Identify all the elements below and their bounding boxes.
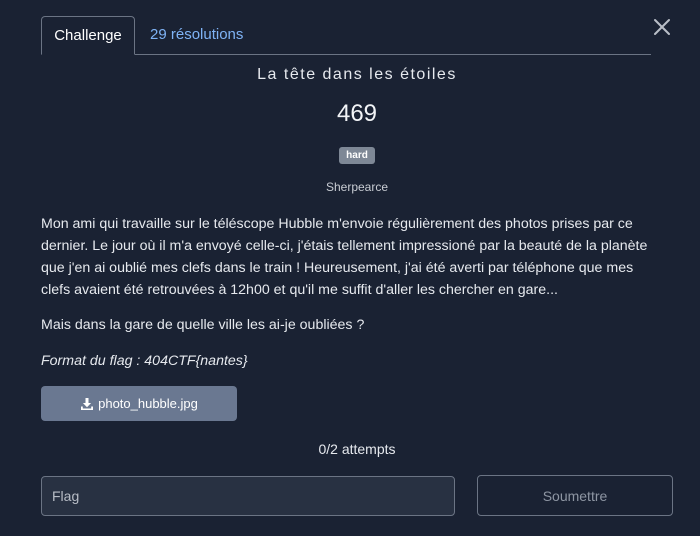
challenge-author: Sherpearce (325, 180, 389, 194)
challenge-title: La tête dans les étoiles (257, 66, 457, 83)
flag-format-hint: Format du flag : 404CTF{nantes} (41, 353, 248, 369)
tab-solves[interactable]: 29 résolutions (150, 16, 243, 54)
challenge-description: Mon ami qui travaille sur le téléscope H… (41, 216, 648, 298)
close-button[interactable] (651, 16, 673, 38)
tab-challenge[interactable]: Challenge (41, 16, 135, 55)
submit-button[interactable]: Soumettre (477, 475, 673, 516)
close-icon (654, 19, 670, 35)
attempts-counter: 0/2 attempts (318, 441, 396, 457)
download-file-label: photo_hubble.jpg (98, 396, 198, 411)
difficulty-badge: hard (339, 147, 375, 164)
challenge-points: 469 (336, 100, 378, 127)
challenge-question: Mais dans la gare de quelle ville les ai… (41, 317, 365, 333)
tab-bar: Challenge 29 résolutions (41, 16, 651, 55)
challenge-modal: Challenge 29 résolutions La tête dans le… (0, 0, 700, 536)
download-file-button[interactable]: photo_hubble.jpg (41, 386, 237, 421)
download-icon (81, 397, 94, 410)
flag-input[interactable] (41, 476, 455, 516)
